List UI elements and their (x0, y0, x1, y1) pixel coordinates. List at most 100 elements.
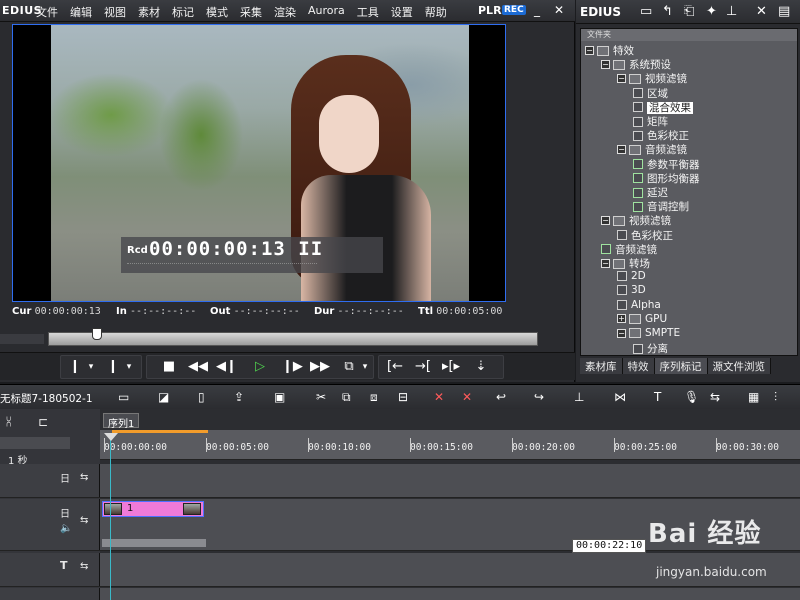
tree-item[interactable]: 参数平衡器 (633, 157, 700, 171)
trim-icon[interactable]: ◪ (158, 390, 169, 404)
tree-item[interactable]: 矩阵 (633, 114, 668, 128)
render-icon[interactable]: ⇆ (710, 390, 720, 404)
menu-item[interactable]: 模式 (206, 4, 228, 20)
tree-folder[interactable]: − SMPTE (617, 327, 680, 341)
menu-item[interactable]: 帮助 (425, 4, 447, 20)
playhead[interactable] (110, 437, 111, 600)
track-sync-icon[interactable]: ⇆ (80, 561, 88, 572)
tree-folder[interactable]: + GPU (617, 313, 667, 327)
menu-item[interactable]: 设置 (391, 4, 413, 20)
play-icon[interactable]: ▷ (250, 358, 270, 376)
ripple-delete-icon[interactable]: ✕ (462, 390, 472, 404)
undo-icon[interactable]: ↩ (496, 390, 506, 404)
redo-icon[interactable]: ↪ (534, 390, 544, 404)
rewind-icon[interactable]: ◀◀ (186, 358, 210, 376)
collapse-icon[interactable]: − (601, 60, 610, 70)
tree-item[interactable]: 音调控制 (633, 199, 689, 213)
mark-out-icon[interactable]: ❙ (104, 358, 122, 376)
stop-icon[interactable]: ■ (160, 358, 178, 376)
scrub-bar[interactable] (0, 328, 575, 348)
tree-folder[interactable]: − 音频滤镜 (617, 142, 687, 156)
loop-icon[interactable]: ⧉ (340, 358, 358, 376)
scale-slider[interactable] (0, 437, 70, 449)
bin-tab[interactable]: 源文件浏览 (707, 358, 771, 374)
menu-item[interactable]: 视图 (104, 4, 126, 20)
microphone-icon[interactable]: 🎙 (684, 390, 699, 404)
tree-item[interactable]: 区域 (633, 86, 668, 100)
overwrite-icon[interactable]: →[ (412, 358, 434, 376)
collapse-icon[interactable]: − (617, 328, 626, 338)
loop-dropdown-icon[interactable]: ▾ (360, 358, 370, 376)
collapse-icon[interactable]: − (601, 216, 610, 226)
step-back-icon[interactable]: ◀❙ (216, 358, 237, 376)
link-icon[interactable]: ⋈ (614, 390, 626, 404)
menu-item[interactable]: 渲染 (274, 4, 296, 20)
bin-tab[interactable]: 素材库 (580, 358, 623, 374)
minimize-icon[interactable]: _ (530, 3, 544, 17)
export-icon[interactable]: ⇣ (470, 358, 492, 376)
open-icon[interactable]: ⇪ (234, 390, 244, 404)
title-icon[interactable]: T (654, 390, 661, 404)
tree-item[interactable]: 卷页 (633, 355, 668, 356)
collapse-icon[interactable]: − (617, 145, 626, 155)
mixer-icon[interactable]: ⫶ (774, 390, 777, 405)
mark-in-icon[interactable]: ❙ (66, 358, 84, 376)
bin-tab[interactable]: 特效 (622, 358, 655, 374)
step-forward-icon[interactable]: ❙▶ (282, 358, 303, 376)
delete-icon[interactable]: ✕ (756, 4, 767, 19)
preview-icon[interactable]: ▭ (118, 390, 129, 404)
timeline-clip[interactable]: 1 (102, 501, 204, 517)
track-a1[interactable] (0, 588, 800, 600)
track-sync-icon[interactable]: ⇆ (80, 472, 88, 483)
expand-icon[interactable]: + (617, 314, 626, 324)
menu-item[interactable]: 编辑 (70, 4, 92, 20)
track-sync-icon[interactable]: ⇆ (80, 515, 88, 526)
replace-icon[interactable]: ⊟ (398, 390, 408, 404)
folder-icon[interactable]: ▭ (640, 4, 652, 19)
tree-item[interactable]: Alpha (617, 299, 661, 313)
copy-icon[interactable]: ⧉ (342, 390, 351, 405)
tree-item[interactable]: 2D (617, 270, 646, 284)
collapse-icon[interactable]: − (601, 259, 610, 268)
mark-out-dropdown-icon[interactable]: ▾ (124, 358, 134, 376)
menu-item[interactable]: 文件 (36, 4, 58, 20)
playhead-handle[interactable] (104, 433, 118, 441)
fast-forward-icon[interactable]: ▶▶ (308, 358, 332, 376)
tree-item[interactable]: 分离 (633, 341, 668, 355)
menu-item[interactable]: Aurora (308, 4, 345, 20)
grid-icon[interactable]: ▦ (748, 390, 759, 404)
time-ruler[interactable]: 00:00:00:00 00:00:05:00 00:00:10:00 00:00:1… (100, 430, 800, 460)
effect-icon[interactable]: ✦ (706, 4, 717, 19)
tab-sequence1[interactable]: 序列1 (103, 413, 140, 430)
tree-item[interactable]: 色彩校正 (633, 128, 689, 142)
insert-effect-icon[interactable]: ⊥ (726, 4, 737, 19)
mark-in-dropdown-icon[interactable]: ▾ (86, 358, 96, 376)
scrub-handle[interactable] (92, 328, 102, 340)
cut-icon[interactable]: ✂ (316, 390, 326, 404)
speaker-icon[interactable]: 🔈 (60, 523, 72, 534)
menu-item[interactable]: 标记 (172, 4, 194, 20)
bin-tab[interactable]: 序列标记 (654, 358, 708, 374)
track-v1[interactable]: 日 ⇆ (0, 464, 800, 498)
delete-clip-icon[interactable]: ✕ (434, 390, 444, 404)
menu-item[interactable]: 采集 (240, 4, 262, 20)
tree-folder[interactable]: − 特效 (585, 43, 634, 57)
tree-folder[interactable]: − 视频滤镜 (617, 71, 687, 85)
tree-folder[interactable]: − 转场 (601, 256, 650, 270)
sync-icon[interactable]: ⊏ (38, 415, 48, 429)
ripple-icon[interactable]: ▸[▸ (440, 358, 462, 376)
snap-icon[interactable]: ⊥ (574, 390, 584, 404)
new-sequence-icon[interactable]: ▯ (198, 390, 205, 404)
save-icon[interactable]: ▣ (274, 390, 285, 404)
tree-item[interactable]: 音频滤镜 (601, 242, 657, 256)
close-icon[interactable]: ✕ (552, 3, 566, 17)
tree-item[interactable]: 混合效果 (633, 100, 693, 114)
view-icon[interactable]: ▤ (778, 4, 790, 19)
tree-item[interactable]: 延迟 (633, 185, 668, 199)
track-mode-icon[interactable]: ⩆ (6, 415, 11, 430)
scrub-track[interactable] (48, 332, 538, 346)
tree-item[interactable]: 3D (617, 284, 646, 298)
tree-folder[interactable]: − 视频滤镜 (601, 213, 671, 227)
up-folder-icon[interactable]: ↰ (662, 4, 673, 19)
collapse-icon[interactable]: − (585, 46, 594, 55)
